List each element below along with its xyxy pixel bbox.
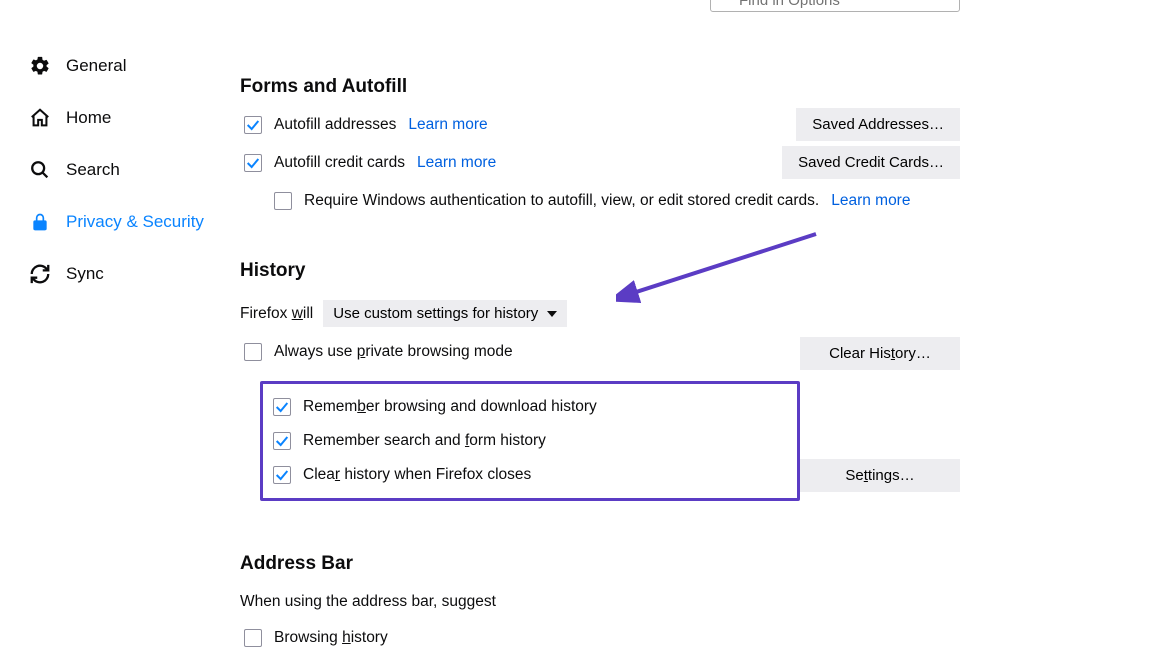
row-remember-browsing: Remember browsing and download history bbox=[269, 398, 597, 416]
row-remember-search: Remember search and form history bbox=[269, 432, 597, 450]
checkbox-require-win-auth[interactable] bbox=[274, 192, 292, 210]
label-autofill-addresses: Autofill addresses bbox=[274, 116, 396, 134]
sync-icon bbox=[28, 262, 52, 286]
home-icon bbox=[28, 106, 52, 130]
sidebar-item-sync[interactable]: Sync bbox=[0, 248, 240, 300]
section-history: History Firefox will Use custom settings… bbox=[240, 260, 960, 505]
row-autofill-cards: Autofill credit cards Learn more Saved C… bbox=[240, 154, 960, 172]
label-remember-search: Remember search and form history bbox=[303, 432, 546, 450]
history-settings-button[interactable]: Settings… bbox=[800, 459, 960, 492]
checkbox-autofill-cards[interactable] bbox=[244, 154, 262, 172]
checkbox-remember-browsing[interactable] bbox=[273, 398, 291, 416]
label-remember-browsing: Remember browsing and download history bbox=[303, 398, 597, 416]
clear-history-button[interactable]: Clear History… bbox=[800, 337, 960, 370]
sidebar-label-search: Search bbox=[66, 160, 120, 180]
checkbox-autofill-addresses[interactable] bbox=[244, 116, 262, 134]
label-firefox-will: Firefox will bbox=[240, 305, 313, 323]
checkbox-clear-on-close[interactable] bbox=[273, 466, 291, 484]
label-clear-on-close: Clear history when Firefox closes bbox=[303, 466, 531, 484]
lock-icon bbox=[28, 210, 52, 234]
saved-addresses-button[interactable]: Saved Addresses… bbox=[796, 108, 960, 141]
row-require-win-auth: Require Windows authentication to autofi… bbox=[240, 192, 960, 210]
sidebar-item-search[interactable]: Search bbox=[0, 144, 240, 196]
gear-icon bbox=[28, 54, 52, 78]
sidebar-item-general[interactable]: General bbox=[0, 40, 240, 92]
checkbox-browsing-history[interactable] bbox=[244, 629, 262, 647]
label-autofill-cards: Autofill credit cards bbox=[274, 154, 405, 172]
history-options-highlight: Remember browsing and download history R… bbox=[260, 381, 800, 501]
link-learn-more-addresses[interactable]: Learn more bbox=[408, 116, 487, 134]
section-forms-autofill: Forms and Autofill Autofill addresses Le… bbox=[240, 76, 960, 210]
search-input[interactable]: Find in Options bbox=[710, 0, 960, 12]
search-icon bbox=[28, 158, 52, 182]
checkbox-remember-search[interactable] bbox=[273, 432, 291, 450]
row-history-mode: Firefox will Use custom settings for his… bbox=[240, 300, 960, 327]
link-learn-more-win-auth[interactable]: Learn more bbox=[831, 192, 910, 210]
row-clear-on-close: Clear history when Firefox closes bbox=[269, 466, 597, 484]
address-bar-desc: When using the address bar, suggest bbox=[240, 593, 960, 611]
sidebar-label-general: General bbox=[66, 56, 126, 76]
label-require-win-auth: Require Windows authentication to autofi… bbox=[304, 192, 819, 210]
sidebar: General Home Search Privacy & Security S… bbox=[0, 0, 240, 651]
sidebar-label-privacy: Privacy & Security bbox=[66, 212, 204, 232]
label-browsing-history: Browsing history bbox=[274, 629, 388, 647]
sidebar-label-sync: Sync bbox=[66, 264, 104, 284]
sidebar-item-privacy[interactable]: Privacy & Security bbox=[0, 196, 240, 248]
search-placeholder: Find in Options bbox=[739, 0, 840, 9]
saved-cards-button[interactable]: Saved Credit Cards… bbox=[782, 146, 960, 179]
select-history-mode[interactable]: Use custom settings for history bbox=[323, 300, 567, 327]
row-browsing-history: Browsing history bbox=[240, 629, 960, 647]
section-address-bar: Address Bar When using the address bar, … bbox=[240, 553, 960, 647]
link-learn-more-cards[interactable]: Learn more bbox=[417, 154, 496, 172]
checkbox-always-private[interactable] bbox=[244, 343, 262, 361]
address-bar-title: Address Bar bbox=[240, 553, 960, 575]
content: Find in Options Forms and Autofill Autof… bbox=[240, 0, 1160, 651]
label-always-private: Always use private browsing mode bbox=[274, 343, 513, 361]
history-title: History bbox=[240, 260, 960, 282]
sidebar-label-home: Home bbox=[66, 108, 111, 128]
forms-title: Forms and Autofill bbox=[240, 76, 960, 98]
sidebar-item-home[interactable]: Home bbox=[0, 92, 240, 144]
row-autofill-addresses: Autofill addresses Learn more Saved Addr… bbox=[240, 116, 960, 134]
